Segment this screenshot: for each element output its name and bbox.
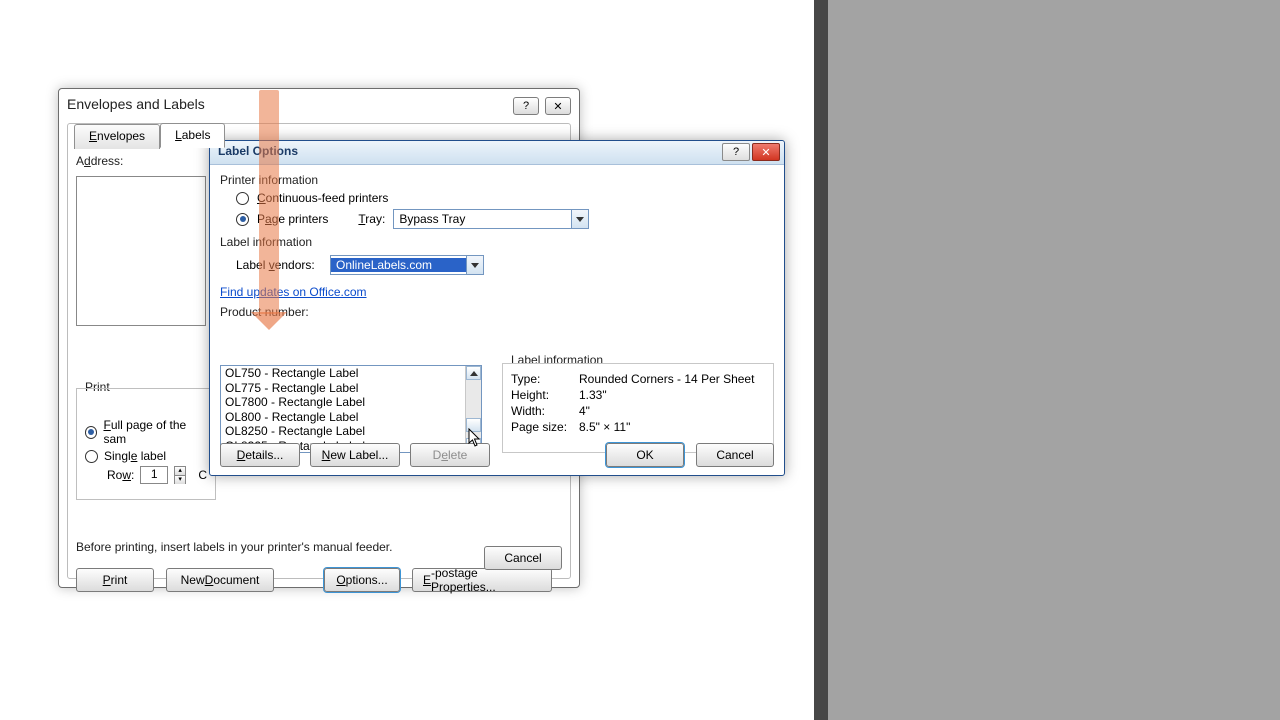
label-vendors-label: Label vendors: (236, 258, 322, 272)
label-options-dialog: Label Options ? ✕ Printer information Co… (209, 140, 785, 476)
product-number-label: Product number: (220, 305, 774, 319)
scrollbar-thumb[interactable] (466, 418, 481, 432)
label-vendors-value: OnlineLabels.com (331, 258, 466, 272)
radio-continuous-feed[interactable] (236, 192, 249, 205)
listbox-scrollbar[interactable] (465, 366, 481, 452)
tab-envelopes[interactable]: Envelopes (74, 124, 160, 149)
before-printing-message: Before printing, insert labels in your p… (76, 540, 392, 554)
pagesize-key: Page size: (511, 420, 575, 434)
label-information-box: Type: Rounded Corners - 14 Per Sheet Heig… (502, 363, 774, 453)
ok-button[interactable]: OK (606, 443, 684, 467)
pagesize-value: 8.5" × 11" (579, 420, 630, 434)
row-spinner[interactable]: 1 (140, 466, 168, 484)
cancel-button[interactable]: Cancel (696, 443, 774, 467)
dialog-title: Envelopes and Labels (59, 89, 579, 119)
delete-button: Delete (410, 443, 490, 467)
radio-page-printers-label: Page printers (257, 212, 328, 226)
close-button[interactable]: ✕ (545, 97, 571, 115)
product-number-listbox[interactable]: OL750 - Rectangle Label OL775 - Rectangl… (220, 365, 482, 453)
dialog-help-button[interactable]: ? (722, 143, 750, 161)
type-key: Type: (511, 372, 575, 386)
row-spinner-buttons[interactable]: ▴▾ (174, 466, 186, 484)
list-item[interactable]: OL775 - Rectangle Label (221, 381, 465, 396)
spinner-up-icon[interactable]: ▴ (175, 467, 185, 476)
address-label: Address: (76, 154, 123, 168)
scroll-up-button[interactable] (466, 366, 481, 380)
chevron-down-icon[interactable] (466, 256, 483, 274)
list-item[interactable]: OL8250 - Rectangle Label (221, 424, 465, 439)
radio-full-page-label: Full page of the sam (103, 418, 207, 446)
list-item[interactable]: OL750 - Rectangle Label (221, 366, 465, 381)
background-light-panel (828, 0, 1280, 720)
new-label-button[interactable]: New Label... (310, 443, 400, 467)
radio-continuous-feed-label: Continuous-feed printers (257, 191, 388, 205)
col-label-partial: C (198, 468, 207, 482)
height-value: 1.33" (579, 388, 607, 402)
radio-single-label-label: Single label (104, 449, 166, 463)
list-item[interactable]: OL7800 - Rectangle Label (221, 395, 465, 410)
find-updates-link[interactable]: Find updates on Office.com (220, 285, 774, 299)
epostage-properties-button[interactable]: E-postage Properties... (412, 568, 552, 592)
label-vendors-select[interactable]: OnlineLabels.com (330, 255, 484, 275)
radio-full-page[interactable] (85, 426, 97, 439)
label-options-title: Label Options (218, 144, 298, 158)
new-document-button[interactable]: New Document (166, 568, 274, 592)
tray-select[interactable]: Bypass Tray (393, 209, 589, 229)
row-label: Row: (107, 468, 134, 482)
printer-information-label: Printer information (220, 173, 774, 187)
spinner-down-icon[interactable]: ▾ (175, 476, 185, 484)
triangle-up-icon (470, 371, 478, 376)
options-button[interactable]: Options... (324, 568, 400, 592)
cancel-button[interactable]: Cancel (484, 546, 562, 570)
chevron-down-icon[interactable] (571, 210, 588, 228)
label-information-header: Label information (220, 235, 774, 249)
address-textarea[interactable] (76, 176, 206, 326)
type-value: Rounded Corners - 14 Per Sheet (579, 372, 754, 386)
width-value: 4" (579, 404, 590, 418)
print-group: Full page of the sam Single label Row: 1… (76, 388, 216, 500)
radio-single-label[interactable] (85, 450, 98, 463)
help-button[interactable]: ? (513, 97, 539, 115)
radio-page-printers[interactable] (236, 213, 249, 226)
tray-label: Tray: (358, 212, 385, 226)
dialog-close-button[interactable]: ✕ (752, 143, 780, 161)
details-button[interactable]: Details... (220, 443, 300, 467)
label-options-titlebar[interactable]: Label Options ? ✕ (210, 141, 784, 165)
width-key: Width: (511, 404, 575, 418)
print-button[interactable]: Print (76, 568, 154, 592)
tray-select-value: Bypass Tray (394, 212, 571, 226)
height-key: Height: (511, 388, 575, 402)
tab-labels[interactable]: Labels (160, 123, 225, 148)
list-item[interactable]: OL800 - Rectangle Label (221, 410, 465, 425)
